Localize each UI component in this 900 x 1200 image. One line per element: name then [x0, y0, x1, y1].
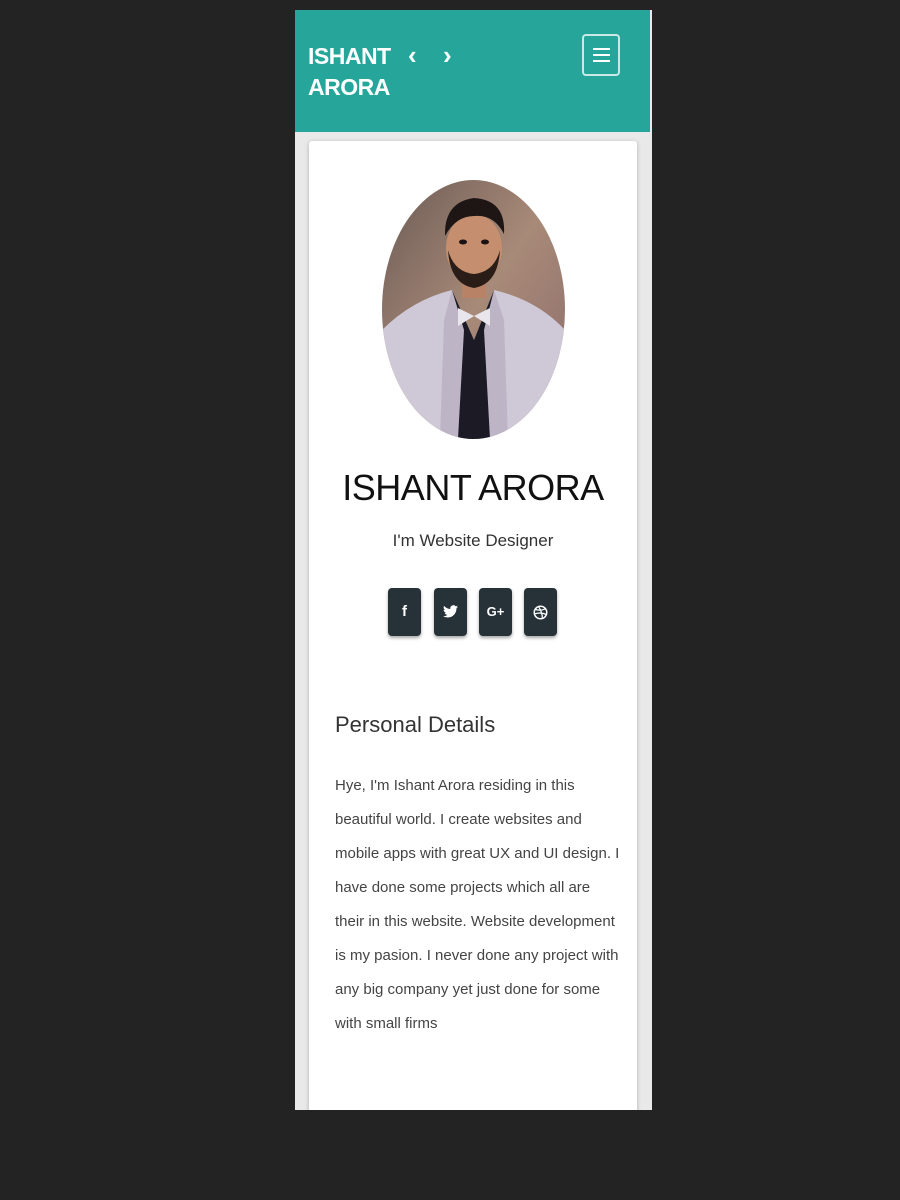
facebook-icon: f: [402, 603, 407, 620]
hamburger-icon: [593, 48, 610, 50]
brand-name[interactable]: ISHANT ARORA: [308, 41, 398, 103]
bio-text: Hye, I'm Ishant Arora residing in this b…: [335, 777, 620, 1032]
profile-photo: [382, 180, 565, 439]
mobile-viewport: ISHANT ARORA ‹ › ISHANT ARORA I'm Websit…: [295, 10, 652, 1110]
dribbble-button[interactable]: [524, 588, 557, 636]
google-plus-icon: G+: [486, 604, 505, 619]
google-plus-button[interactable]: G+: [479, 588, 512, 636]
twitter-icon: [443, 605, 458, 618]
prev-arrow-icon[interactable]: ‹: [408, 40, 417, 70]
profile-name: ISHANT ARORA: [342, 467, 604, 508]
dribbble-icon: [533, 605, 548, 620]
twitter-button[interactable]: [434, 588, 467, 636]
top-navbar: ISHANT ARORA ‹ ›: [295, 10, 650, 132]
profile-card: ISHANT ARORA I'm Website Designer f G+ P…: [309, 141, 637, 1110]
facebook-button[interactable]: f: [388, 588, 421, 636]
menu-toggle-button[interactable]: [582, 34, 620, 76]
social-links: f G+: [388, 588, 558, 636]
personal-details-heading: Personal Details: [335, 712, 496, 737]
profile-role: I'm Website Designer: [392, 531, 554, 550]
next-arrow-icon[interactable]: ›: [443, 40, 452, 70]
